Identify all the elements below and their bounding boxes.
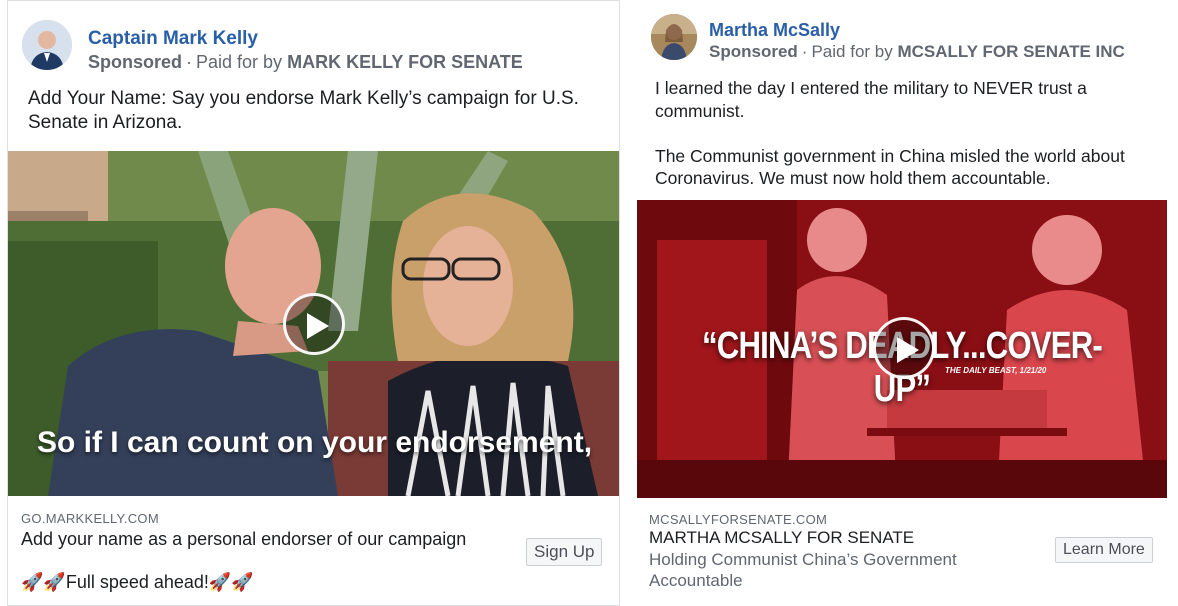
video-source: THE DAILY BEAST, 1/21/20 [945,366,1047,375]
ad-card-mark-kelly: Captain Mark Kelly Sponsored · Paid for by… [7,0,620,606]
sponsored-line: Sponsored · Paid for by MCSALLY FOR SENATE… [709,42,1125,61]
post-text: Add Your Name: Say you endorse Mark Kell… [28,88,579,133]
page-name-link[interactable]: Martha McSally [709,20,840,41]
page-name-link[interactable]: Captain Mark Kelly [88,28,258,50]
ad-card-martha-mcsally: Martha McSally Sponsored · Paid for by MCS… [637,0,1167,606]
video-caption: So if I can count on your endorsement, [36,426,593,459]
sign-up-button[interactable]: Sign Up [526,538,603,566]
link-title[interactable]: Add your name as a personal endorser of … [21,528,471,550]
paid-for-by-link[interactable]: MARK KELLY FOR SENATE [287,52,523,72]
post-header: Martha McSally Sponsored · Paid for by MCS… [637,0,1167,74]
paid-for-prefix: Paid for by [196,52,283,72]
link-preview[interactable]: GO.MARKKELLY.COM Add your name as a pers… [8,496,619,605]
post-text: I learned the day I entered the military… [655,78,1125,188]
link-domain: GO.MARKKELLY.COM [21,511,159,526]
paid-for-by-link[interactable]: MCSALLY FOR SENATE INC [897,42,1124,61]
play-icon[interactable] [873,317,935,379]
link-description: Holding Communist China’s Government Acc… [649,550,957,590]
paid-for-prefix: Paid for by [811,42,893,61]
sponsored-line: Sponsored · Paid for by MARK KELLY FOR SEN… [88,52,523,72]
link-description: 🚀🚀Full speed ahead!🚀🚀 [21,572,254,592]
sponsored-label: Sponsored [88,52,183,72]
play-icon[interactable] [283,293,345,355]
sponsored-label: Sponsored [709,42,798,61]
post-header: Captain Mark Kelly Sponsored · Paid for by… [8,1,619,75]
avatar[interactable] [22,20,72,70]
avatar[interactable] [651,14,697,60]
link-domain: MCSALLYFORSENATE.COM [649,512,828,527]
link-preview[interactable]: MCSALLYFORSENATE.COM MARTHA MCSALLY FOR … [637,498,1167,606]
learn-more-button[interactable]: Learn More [1055,537,1153,563]
link-title[interactable]: MARTHA MCSALLY FOR SENATE [649,528,914,548]
